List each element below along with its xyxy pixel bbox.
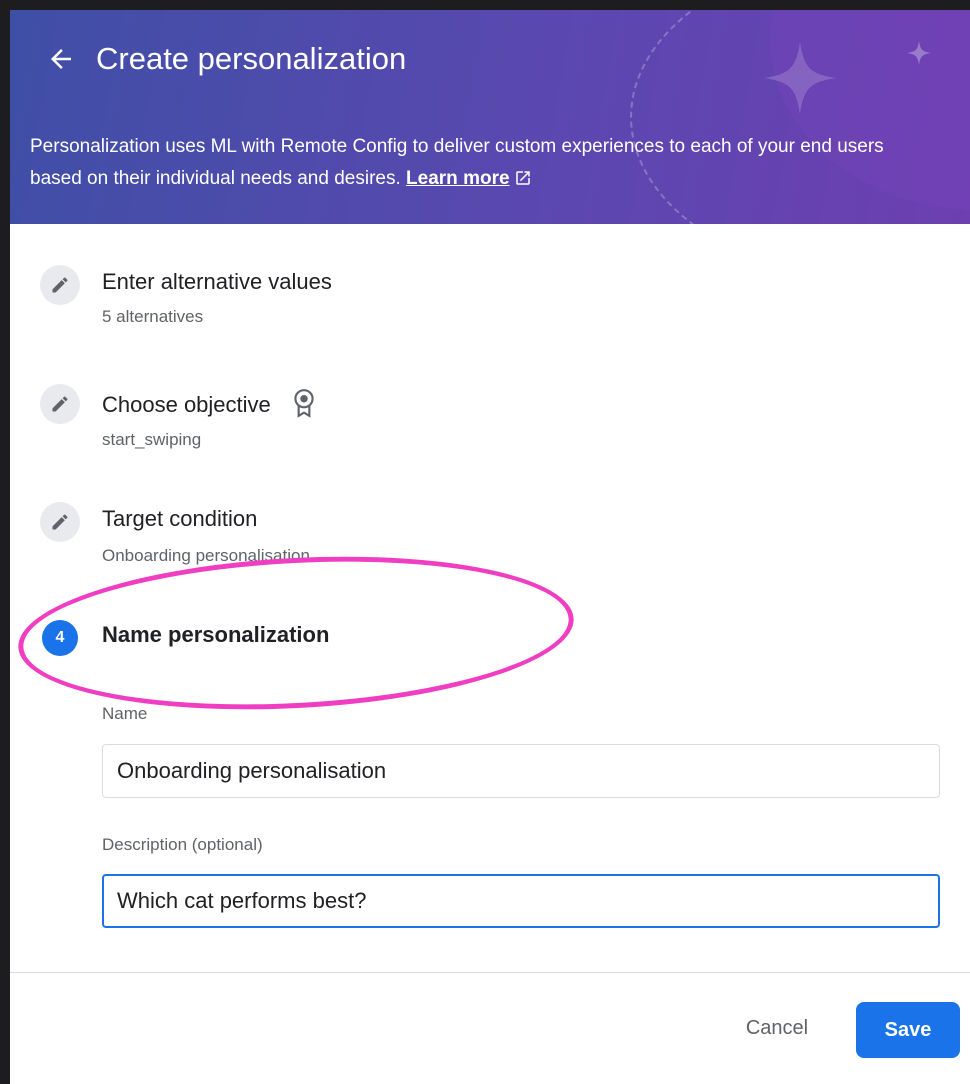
step-title-text: Choose objective [102, 392, 271, 417]
pencil-icon[interactable] [40, 502, 80, 542]
footer-divider [10, 972, 970, 973]
page-title: Create personalization [96, 41, 407, 76]
create-personalization-panel: Create personalization Personalization u… [10, 10, 970, 1084]
step-number-badge: 4 [42, 620, 78, 656]
sparkle-small-icon [907, 41, 931, 65]
step-title: Enter alternative values [102, 269, 332, 294]
step-title: Target condition [102, 506, 258, 531]
step-subtitle: start_swiping [102, 430, 202, 449]
step-subtitle: Onboarding personalisation [102, 546, 310, 565]
sparkle-icon [764, 42, 836, 114]
header-banner: Create personalization Personalization u… [10, 10, 970, 224]
pencil-icon[interactable] [40, 265, 80, 305]
learn-more-link[interactable]: Learn more [406, 168, 509, 189]
back-arrow-icon[interactable] [46, 44, 76, 74]
cancel-button[interactable]: Cancel [722, 1006, 832, 1050]
step-title: Name personalization [102, 622, 330, 647]
step-subtitle: 5 alternatives [102, 307, 204, 326]
save-button[interactable]: Save [856, 1002, 960, 1058]
pencil-icon[interactable] [40, 384, 80, 424]
header-description: Personalization uses ML with Remote Conf… [30, 131, 900, 195]
external-link-icon[interactable] [514, 169, 532, 187]
step-title: Choose objective [102, 388, 317, 418]
name-field-label: Name [102, 704, 148, 723]
award-icon [294, 389, 314, 418]
description-input[interactable]: Which cat performs best? [102, 874, 940, 928]
name-input[interactable]: Onboarding personalisation [102, 744, 940, 798]
description-field-label: Description (optional) [102, 835, 263, 854]
